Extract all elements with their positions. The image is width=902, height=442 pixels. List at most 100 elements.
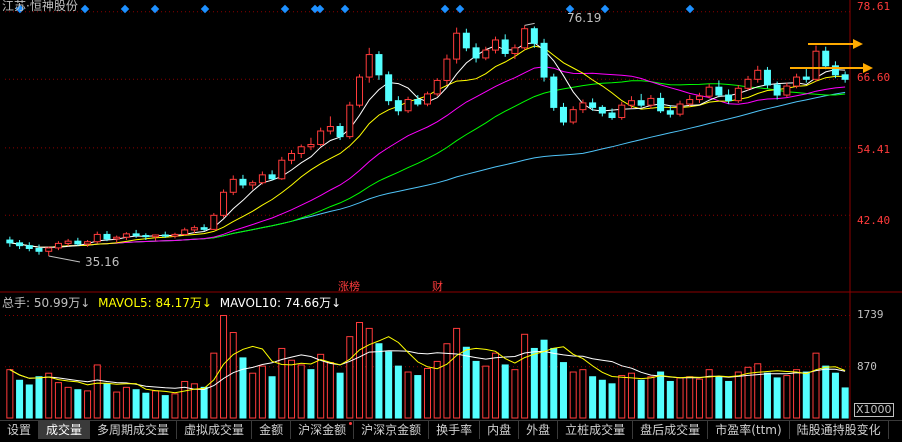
volume-bar: [763, 372, 771, 419]
tab-3[interactable]: 虚拟成交量: [177, 421, 253, 439]
candle-body: [122, 233, 130, 238]
tab-13[interactable]: 陆股通持股变化: [790, 421, 889, 439]
upper-arrow-head: [853, 39, 863, 49]
volume-bar: [530, 347, 538, 419]
volume-bar: [676, 377, 684, 419]
candle-body: [200, 227, 208, 230]
candle-body: [627, 100, 635, 106]
candle-body: [258, 174, 266, 184]
volume-bar: [453, 327, 461, 419]
candle-body: [559, 106, 567, 123]
candle-body: [249, 182, 257, 186]
volume-bar: [132, 389, 140, 419]
tab-9[interactable]: 外盘: [519, 421, 559, 439]
candle-body: [423, 93, 432, 105]
volume-bar: [404, 371, 412, 419]
volume-bar: [64, 386, 72, 419]
candle-body: [812, 50, 820, 80]
tab-8[interactable]: 内盘: [480, 421, 520, 439]
volume-bar: [802, 371, 810, 419]
tab-2[interactable]: 多周期成交量: [90, 421, 178, 439]
tab-1[interactable]: 成交量: [39, 421, 91, 439]
candle-body: [45, 247, 53, 252]
volume-axis-label: 1739: [857, 308, 884, 321]
candle-body: [25, 245, 33, 249]
volume-bar: [122, 386, 130, 419]
volume-bar: [443, 343, 451, 419]
volume-bar: [414, 375, 422, 419]
volume-bar: [35, 376, 43, 419]
candle-body: [482, 49, 490, 59]
volume-bar: [462, 346, 470, 419]
candle-body: [103, 233, 111, 240]
volume-bar: [657, 371, 665, 419]
kline-chart-panel[interactable]: [0, 0, 902, 438]
chart-canvas[interactable]: [0, 0, 902, 438]
tab-5[interactable]: 沪深金额: [291, 421, 355, 439]
volume-axis-label: 870: [857, 360, 877, 373]
volume-bar: [6, 369, 14, 419]
price-axis-label: 42.40: [857, 214, 891, 227]
candle-body: [297, 146, 305, 154]
volume-bar: [472, 360, 480, 419]
volume-bar: [433, 360, 441, 419]
volume-bar: [627, 372, 635, 419]
candle-body: [618, 104, 626, 119]
volume-bar: [326, 362, 334, 419]
volume-bar: [773, 377, 781, 419]
volume-legend: 总手: 50.99万↓ MAVOL5: 84.17万↓ MAVOL10: 74.…: [2, 294, 345, 311]
event-marker-financial[interactable]: 财: [432, 278, 443, 294]
candle-body: [356, 76, 364, 106]
event-diamond-icon: [600, 4, 610, 14]
candle-body: [161, 234, 169, 237]
volume-bar: [589, 376, 597, 419]
volume-bar: [161, 395, 169, 419]
volume-bar: [715, 376, 723, 419]
volume-bar: [74, 389, 82, 419]
event-marker-limit-up[interactable]: 涨榜: [338, 278, 360, 294]
candle-body: [802, 76, 810, 80]
candle-body: [375, 54, 383, 76]
tab-7[interactable]: 换手率: [429, 421, 481, 439]
tab-6[interactable]: 沪深京金额: [354, 421, 430, 439]
candle-body: [521, 28, 529, 49]
volume-bar: [375, 343, 383, 419]
candle-body: [637, 100, 645, 106]
volume-bar: [734, 371, 742, 419]
candle-body: [113, 236, 121, 240]
candle-body: [365, 54, 373, 78]
candle-body: [501, 39, 509, 54]
candle-body: [394, 100, 402, 112]
candle-body: [744, 78, 752, 89]
tab-12[interactable]: 市盈率(ttm): [708, 421, 790, 439]
volume-bar: [239, 357, 247, 419]
volume-bar: [93, 364, 101, 419]
candle-body: [16, 242, 24, 247]
candle-body: [462, 32, 470, 49]
candle-body: [239, 178, 247, 186]
event-diamond-icon: [280, 4, 290, 14]
candle-body: [579, 102, 587, 111]
candle-body: [404, 99, 412, 112]
volume-bar: [725, 380, 733, 419]
candle-body: [589, 102, 597, 108]
tab-4[interactable]: 金额: [252, 421, 292, 439]
ma60-line: [9, 91, 846, 248]
volume-bar: [618, 375, 626, 419]
tab-10[interactable]: 立桩成交量: [558, 421, 634, 439]
volume-bar: [550, 347, 558, 419]
tab-11[interactable]: 盘后成交量: [633, 421, 709, 439]
candle-body: [841, 74, 849, 80]
candle-body: [725, 94, 733, 102]
candle-body: [278, 159, 286, 180]
candle-body: [64, 240, 72, 244]
tab-0[interactable]: 设置: [0, 421, 40, 439]
volume-bar: [637, 379, 645, 419]
candle-body: [783, 85, 791, 96]
low-marker-line: [48, 255, 81, 263]
event-diamond-icon: [685, 4, 695, 14]
volume-bar: [783, 375, 791, 419]
candle-body: [666, 110, 674, 115]
candle-body: [443, 58, 451, 81]
candle-body: [210, 214, 218, 230]
